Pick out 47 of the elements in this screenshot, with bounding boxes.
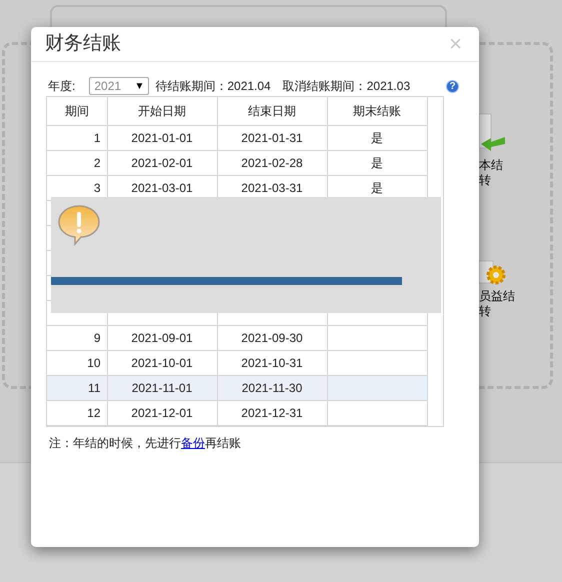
note-text: 注：年结的时候，先进行备份再结账 xyxy=(49,434,242,452)
year-label: 年度: xyxy=(48,78,76,95)
table-cell: 9 xyxy=(94,330,100,344)
table-row[interactable]: 12 2021-12-01 2021-12-31 xyxy=(47,400,427,425)
tile-label: 转 xyxy=(479,304,492,319)
table-cell: 2 xyxy=(94,156,100,170)
table-cell: 12 xyxy=(87,406,100,420)
help-icon[interactable]: ? xyxy=(446,80,459,93)
table-cell: 2021-12-01 xyxy=(131,406,193,420)
table-cell: 10 xyxy=(87,356,100,370)
table-cell: 11 xyxy=(88,380,100,394)
column-header: 开始日期 xyxy=(107,97,217,125)
table-cell: 是 xyxy=(371,130,383,144)
table-cell: 2021-09-01 xyxy=(131,330,193,344)
column-header: 期间 xyxy=(47,97,107,125)
table-cell: 2021-01-01 xyxy=(131,130,193,144)
table-row[interactable]: 11 2021-11-01 2021-11-30 xyxy=(47,375,427,400)
table-cell: 2021-09-30 xyxy=(241,330,303,344)
table-cell: 是 xyxy=(371,180,383,194)
cancel-period: 取消结账期间：2021.03 xyxy=(282,78,410,95)
table-cell: 3 xyxy=(94,180,100,194)
table-row[interactable]: 2 2021-02-01 2021-02-28 是 xyxy=(47,150,427,175)
tile-label: 转 xyxy=(479,173,492,188)
column-header: 结束日期 xyxy=(217,97,327,125)
table-cell: 2021-03-31 xyxy=(241,180,303,194)
tile-label: 员益结 xyxy=(479,289,515,304)
dialog-title: 财务结账 xyxy=(45,32,121,56)
column-header: 期末结账 xyxy=(327,97,427,125)
table-cell: 1 xyxy=(94,130,100,144)
table-row[interactable]: 9 2021-09-01 2021-09-30 xyxy=(47,325,427,350)
year-select[interactable]: 2021 ▼ xyxy=(89,77,150,95)
table-row[interactable]: 10 2021-10-01 2021-10-31 xyxy=(47,350,427,375)
tile-label: 本结 xyxy=(479,158,504,173)
table-cell: 2021-12-31 xyxy=(241,406,303,420)
table-cell: 是 xyxy=(371,156,383,170)
table-cell: 2021-11-30 xyxy=(242,380,302,394)
table-cell: 2021-03-01 xyxy=(131,180,193,194)
table-row[interactable]: 1 2021-01-01 2021-01-31 是 xyxy=(47,125,427,150)
table-cell: 2021-02-01 xyxy=(131,156,193,170)
table-cell: 2021-01-31 xyxy=(241,130,303,144)
pending-period: 待结账期间：2021.04 xyxy=(155,78,271,95)
warning-icon xyxy=(57,204,101,246)
table-cell: 2021-10-01 xyxy=(131,356,193,370)
table-cell: 2021-10-31 xyxy=(241,356,303,370)
table-cell: 2021-11-01 xyxy=(132,380,192,394)
table-cell: 2021-02-28 xyxy=(241,156,303,170)
backup-link[interactable]: 备份 xyxy=(181,436,205,450)
